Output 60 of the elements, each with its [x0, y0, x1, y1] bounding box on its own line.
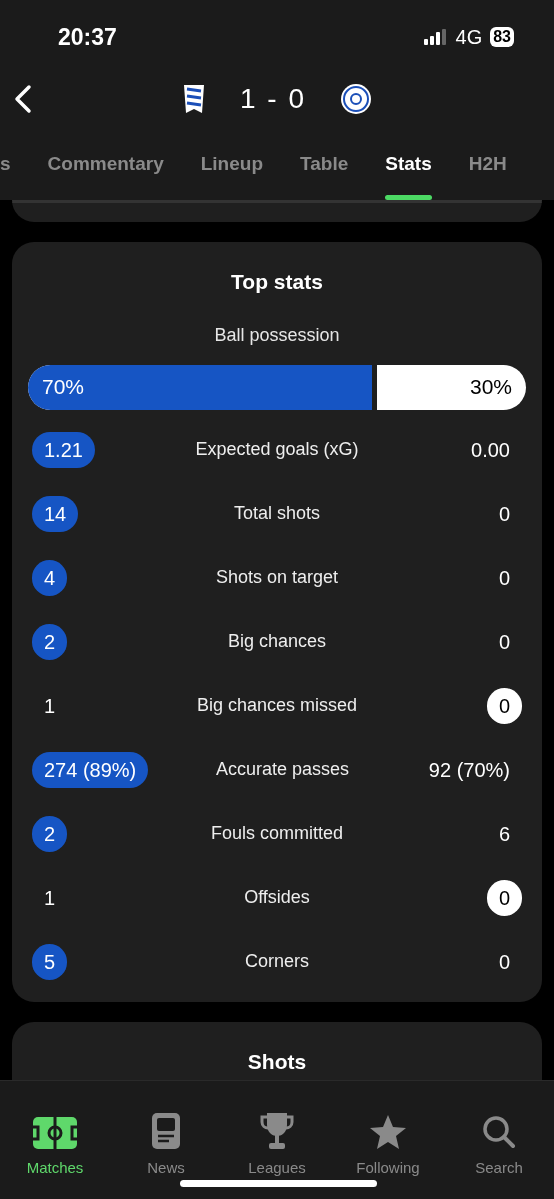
- stat-value: 14: [32, 495, 79, 532]
- stat-value: 1: [43, 693, 57, 719]
- nav-label: News: [146, 1158, 186, 1179]
- battery-level: 83: [490, 27, 514, 47]
- star-icon: [370, 1115, 406, 1150]
- stat-value: 92 (70%): [427, 757, 511, 783]
- nav-tab[interactable]: Matches: [0, 1081, 110, 1199]
- nav-tab[interactable]: Search: [444, 1081, 554, 1199]
- stat-value: 2: [32, 815, 68, 852]
- nav-tab[interactable]: Following: [333, 1081, 443, 1199]
- trophy-icon: [260, 1113, 294, 1150]
- possession-value: 30%: [469, 374, 513, 401]
- stat-value: 0: [497, 501, 511, 527]
- stat-value: 0: [486, 687, 522, 724]
- shield-icon: [182, 83, 206, 115]
- nav-label: Leagues: [247, 1158, 307, 1179]
- stat-label: Corners: [245, 951, 309, 971]
- stat-value: 274 (89%): [32, 751, 149, 788]
- stat-value: 1.21: [32, 431, 95, 468]
- tab[interactable]: Commentary: [47, 140, 164, 200]
- stat-label: Total shots: [233, 503, 320, 523]
- stat-value: 5: [32, 943, 68, 980]
- tab[interactable]: H2H: [468, 140, 507, 200]
- match-score: 1 - 0: [240, 82, 306, 116]
- nav-tab[interactable]: Leagues: [222, 1081, 332, 1199]
- stat-label: Offsides: [244, 887, 310, 907]
- stat-label: Big chances: [227, 631, 327, 651]
- stat-label: Accurate passes: [216, 759, 350, 779]
- clock-time: 20:37: [58, 22, 117, 52]
- club-crest-icon: [340, 83, 372, 115]
- stat-value: 0: [497, 949, 511, 975]
- nav-label: Matches: [25, 1158, 85, 1179]
- search-icon: [482, 1115, 516, 1150]
- stat-value: 0: [497, 565, 511, 591]
- stat-label: Big chances missed: [196, 695, 358, 715]
- card-title: Shots: [246, 1048, 308, 1075]
- stat-value: 4: [32, 559, 68, 596]
- network-label: 4G: [455, 25, 483, 50]
- stat-label: Ball possession: [214, 324, 340, 345]
- stat-value: 6: [497, 821, 511, 847]
- pitch-icon: [33, 1117, 77, 1150]
- signal-icon: [423, 29, 448, 45]
- nav-label: Following: [355, 1158, 421, 1179]
- tab[interactable]: Table: [300, 140, 349, 200]
- stat-value: 0: [486, 879, 522, 916]
- tab[interactable]: s: [0, 140, 11, 200]
- tab[interactable]: Lineup: [200, 140, 263, 200]
- stat-label: Expected goals (xG): [195, 439, 359, 459]
- possession-fill: 70%: [28, 364, 377, 410]
- back-button[interactable]: [12, 83, 34, 115]
- newspaper-icon: [152, 1113, 180, 1150]
- stat-value: 2: [32, 623, 68, 660]
- stat-value: 0.00: [470, 437, 511, 463]
- tab[interactable]: Stats: [385, 140, 432, 200]
- stat-value: 1: [43, 885, 57, 911]
- nav-label: Search: [474, 1158, 524, 1179]
- stat-label: Fouls committed: [210, 823, 343, 843]
- stat-label: Shots on target: [215, 567, 339, 587]
- stat-value: 0: [497, 629, 511, 655]
- card-title: Top stats: [230, 269, 324, 295]
